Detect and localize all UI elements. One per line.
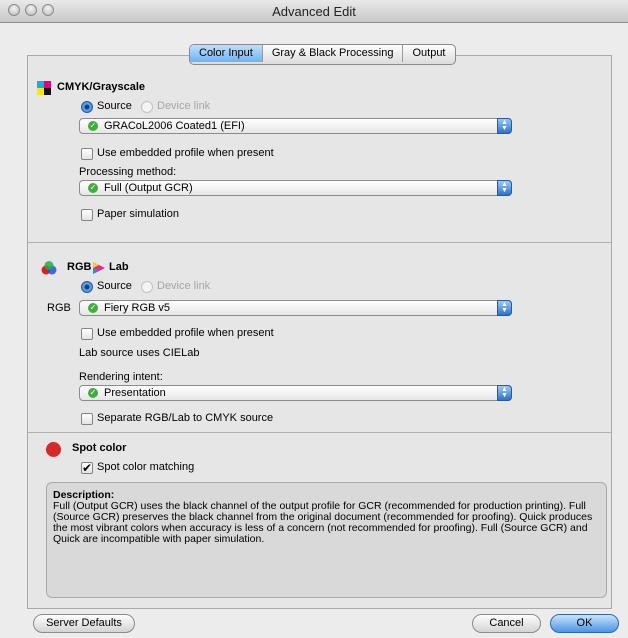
cancel-button[interactable]: Cancel: [472, 614, 541, 633]
description-box: Description: Full (Output GCR) uses the …: [46, 482, 607, 598]
separate-rgb-lab-label: Separate RGB/Lab to CMYK source: [97, 412, 274, 424]
paper-simulation-checkbox[interactable]: [81, 209, 93, 221]
popup-arrows-icon: ▲ ▼: [497, 300, 512, 316]
advanced-edit-window: Advanced Edit Color Input Gray & Black P…: [0, 0, 628, 638]
rgb-profile-label: RGB: [47, 302, 71, 314]
processing-method-label: Processing method:: [79, 166, 177, 178]
check-icon: ✓: [88, 388, 98, 398]
ok-button[interactable]: OK: [550, 614, 619, 633]
cmyk-use-embedded-label: Use embedded profile when present: [97, 147, 274, 159]
lab-source-note: Lab source uses CIELab: [79, 347, 200, 359]
cmyk-source-radio[interactable]: [81, 101, 93, 113]
lab-icon: [93, 262, 105, 274]
popup-arrows-icon: ▲ ▼: [497, 385, 512, 401]
separate-rgb-lab-checkbox[interactable]: [81, 413, 93, 425]
window-title: Advanced Edit: [272, 4, 356, 19]
spot-color-matching-label: Spot color matching: [97, 461, 195, 473]
check-icon: ✓: [88, 183, 98, 193]
cmyk-source-label: Source: [97, 100, 132, 112]
title-bar: Advanced Edit: [0, 0, 628, 23]
spot-color-header: Spot color: [72, 442, 127, 454]
cmyk-icon: [37, 81, 51, 95]
section-divider: [28, 242, 611, 243]
rgb-device-link-radio[interactable]: [141, 281, 153, 293]
popup-arrows-icon: ▲ ▼: [497, 180, 512, 196]
tab-output[interactable]: Output: [403, 45, 454, 62]
section-divider: [28, 432, 611, 433]
paper-simulation-label: Paper simulation: [97, 208, 179, 220]
cmyk-device-link-label: Device link: [157, 100, 211, 112]
rgb-device-link-label: Device link: [157, 280, 211, 292]
server-defaults-button[interactable]: Server Defaults: [33, 614, 135, 633]
cmyk-profile-select[interactable]: ✓ GRACoL2006 Coated1 (EFI) ▲ ▼: [79, 118, 512, 134]
rgb-profile-value: Fiery RGB v5: [104, 302, 171, 314]
rgb-source-label: Source: [97, 280, 132, 292]
lab-header: Lab: [109, 261, 129, 273]
tab-gray-black-processing[interactable]: Gray & Black Processing: [263, 45, 404, 62]
rgb-profile-select[interactable]: ✓ Fiery RGB v5 ▲ ▼: [79, 300, 512, 316]
cmyk-profile-value: GRACoL2006 Coated1 (EFI): [104, 120, 245, 132]
cmyk-device-link-radio[interactable]: [141, 101, 153, 113]
spot-color-matching-checkbox[interactable]: ✔: [81, 462, 93, 474]
popup-arrows-icon: ▲ ▼: [497, 118, 512, 134]
cmyk-use-embedded-checkbox[interactable]: [81, 148, 93, 160]
description-text: Full (Output GCR) uses the black channel…: [53, 500, 593, 545]
rgb-header: RGB: [67, 261, 92, 273]
cmyk-header: CMYK/Grayscale: [57, 81, 146, 93]
tab-bar: Color Input Gray & Black Processing Outp…: [189, 44, 456, 65]
check-icon: ✓: [88, 303, 98, 313]
rendering-intent-label: Rendering intent:: [79, 371, 163, 383]
rgb-icon: [41, 261, 57, 275]
rgb-source-radio[interactable]: [81, 281, 93, 293]
check-icon: ✓: [88, 121, 98, 131]
rgb-use-embedded-label: Use embedded profile when present: [97, 327, 274, 339]
spot-color-icon: [46, 442, 61, 457]
rendering-intent-select[interactable]: ✓ Presentation ▲ ▼: [79, 385, 512, 401]
processing-method-select[interactable]: ✓ Full (Output GCR) ▲ ▼: [79, 180, 512, 196]
rgb-use-embedded-checkbox[interactable]: [81, 328, 93, 340]
processing-method-value: Full (Output GCR): [104, 182, 193, 194]
tab-color-input[interactable]: Color Input: [190, 45, 263, 62]
rendering-intent-value: Presentation: [104, 387, 166, 399]
